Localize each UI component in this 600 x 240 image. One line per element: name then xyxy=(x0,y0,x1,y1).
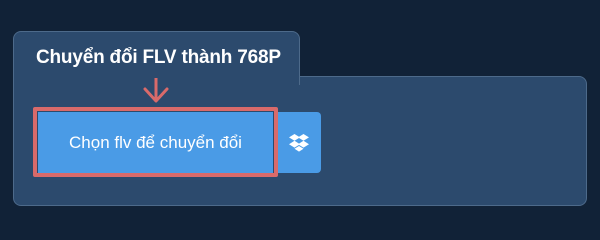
dropbox-button[interactable] xyxy=(276,112,321,173)
converter-tab-title: Chuyển đổi FLV thành 768P xyxy=(36,47,281,68)
dropbox-icon xyxy=(288,133,309,152)
choose-file-button-label: Chọn flv để chuyển đổi xyxy=(69,132,242,152)
converter-tab: Chuyển đổi FLV thành 768P xyxy=(13,31,300,85)
choose-file-button[interactable]: Chọn flv để chuyển đổi xyxy=(38,112,273,173)
arrow-down-icon xyxy=(143,78,169,103)
